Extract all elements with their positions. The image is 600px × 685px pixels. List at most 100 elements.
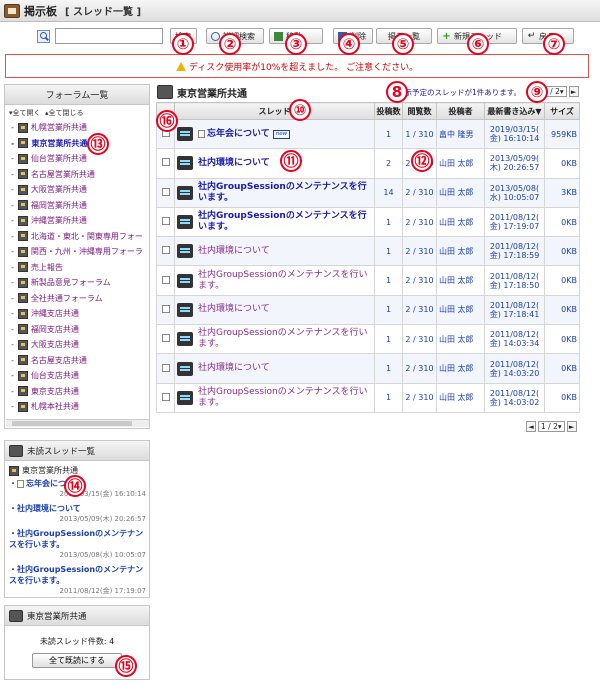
author-link[interactable]: 山田 太郎 <box>436 177 485 208</box>
thread-table: スレッド 投稿数 閲覧数 投稿者 最新書き込み▼ サイズ 忘年会について new 1… <box>156 102 580 413</box>
forum-item[interactable]: - 仙台支店共通 <box>11 368 149 384</box>
author-link[interactable]: 山田 太郎 <box>436 353 485 384</box>
forum-item[interactable]: - 沖縄営業所共通 <box>11 213 149 229</box>
row-checkbox[interactable] <box>161 363 170 372</box>
thread-title-link[interactable]: 社内GroupSessionのメンテナンスを行います。 <box>198 182 372 204</box>
forum-item[interactable]: - 関西・九州・沖縄専用フォーラ <box>11 244 149 260</box>
unread-thread-link[interactable]: ・社内GroupSessionのメンテナンスを行います。 <box>9 564 146 586</box>
forum-item[interactable]: - 東京支店共通 <box>11 384 149 400</box>
forum-list-panel: フォーラム一覧 ▾全て開く ▴全て閉じる - 札幌営業所共通 - 東京営業所共通 - 仙台… <box>4 84 150 429</box>
forum-icon <box>17 339 28 350</box>
date-line-1: 2011/08/12( <box>489 213 540 223</box>
forum-item[interactable]: - 沖縄支店共通 <box>11 306 149 322</box>
date-line-1: 2011/08/12( <box>489 388 540 398</box>
file-size: 3KB <box>544 177 580 208</box>
col-posts[interactable]: 投稿数 <box>374 102 403 120</box>
file-size: 0KB <box>544 236 580 267</box>
file-size: 0KB <box>544 382 580 413</box>
row-checkbox-cell <box>156 148 175 179</box>
thread-title-link[interactable]: 忘年会について <box>207 129 270 140</box>
mark-all-read-button[interactable]: 全て既読にする <box>32 653 122 668</box>
thread-title-link[interactable]: 社内環境について <box>198 246 270 257</box>
next-page-button-bottom[interactable]: ► <box>566 421 577 432</box>
forum-item[interactable]: - 新製品意見フォーラム <box>11 275 149 291</box>
tree-dash: - <box>11 371 14 381</box>
forum-item[interactable]: - 名古屋支店共通 <box>11 353 149 369</box>
forum-item[interactable]: - 大阪営業所共通 <box>11 182 149 198</box>
prev-page-button[interactable]: ◄ <box>526 421 536 432</box>
forum-item-label: 北海道・東北・関東専用フォー <box>30 231 143 241</box>
forum-item[interactable]: - 札幌本社共通 <box>11 399 149 415</box>
marker-11: ⑪ <box>280 150 302 172</box>
author-link[interactable]: 山田 太郎 <box>436 294 485 326</box>
forum-item[interactable]: - 全社共通フォーラム <box>11 291 149 307</box>
forum-item[interactable]: - 東京営業所共通 <box>11 136 149 152</box>
row-checkbox[interactable] <box>161 392 170 401</box>
thread-title-link[interactable]: 社内GroupSessionのメンテナンスを行います。 <box>198 328 372 350</box>
forum-item[interactable]: - 売上報告 <box>11 260 149 276</box>
forum-item-label: 名古屋営業所共通 <box>30 169 95 179</box>
forum-item[interactable]: - 名古屋営業所共通 <box>11 167 149 183</box>
col-thread[interactable]: スレッド <box>174 102 375 120</box>
row-checkbox[interactable] <box>161 304 170 313</box>
col-latest[interactable]: 最新書き込み▼ <box>484 102 545 120</box>
summary-forum-title: 東京営業所共通 <box>27 611 87 622</box>
collapse-all-link[interactable]: ▴全て閉じる <box>45 109 84 117</box>
thread-title-link[interactable]: 社内GroupSessionのメンテナンスを行います。 <box>198 387 372 409</box>
date-line-1: 2011/08/12( <box>489 300 540 310</box>
scrollbar-thumb[interactable] <box>12 421 132 426</box>
thread-title-link[interactable]: 社内GroupSessionのメンテナンスを行います。 <box>198 211 372 233</box>
forum-item[interactable]: - 福岡営業所共通 <box>11 198 149 214</box>
forum-icon <box>17 153 28 164</box>
col-author[interactable]: 投稿者 <box>436 102 485 120</box>
search-input[interactable] <box>55 28 163 44</box>
unread-thread-link[interactable]: ・社内GroupSessionのメンテナンスを行います。 <box>9 528 146 550</box>
forum-item[interactable]: - 北海道・東北・関東専用フォー <box>11 229 149 245</box>
author-link[interactable]: 山田 太郎 <box>436 236 485 267</box>
forum-icon <box>17 386 28 397</box>
date-line-2: 金) 14:03:34 <box>489 339 540 349</box>
col-size[interactable]: サイズ <box>544 102 580 120</box>
row-checkbox[interactable] <box>161 187 170 196</box>
forum-icon <box>17 246 28 257</box>
forum-icon <box>18 138 29 149</box>
row-checkbox-cell <box>156 294 175 326</box>
page-subtitle: [ スレッド一覧 ] <box>65 7 142 18</box>
row-checkbox[interactable] <box>161 246 170 255</box>
row-checkbox[interactable] <box>161 217 170 226</box>
horizontal-scrollbar[interactable] <box>6 419 149 427</box>
author-link[interactable]: 山田 太郎 <box>436 206 485 238</box>
expand-all-link[interactable]: ▾全て開く <box>9 109 41 117</box>
forum-item-label: 全社共通フォーラム <box>30 293 103 303</box>
scheduled-thread-notice[interactable]: 掲示予定のスレッドが1件あります。 <box>397 87 521 98</box>
thread-title-link[interactable]: 社内環境について <box>198 304 270 315</box>
date-line-1: 2011/08/12( <box>489 359 540 369</box>
date-line-1: 2013/05/08( <box>489 183 540 193</box>
thread-title-link[interactable]: 社内環境について <box>198 158 270 169</box>
expand-all-label: 全て開く <box>12 109 41 117</box>
forum-item[interactable]: - 仙台営業所共通 <box>11 151 149 167</box>
author-link[interactable]: 山田 太郎 <box>436 324 485 355</box>
row-checkbox[interactable] <box>161 334 170 343</box>
thread-title-link[interactable]: 社内環境について <box>198 363 270 374</box>
forum-item[interactable]: - 大阪支店共通 <box>11 337 149 353</box>
date-line-2: 金) 14:03:02 <box>489 397 540 407</box>
row-checkbox[interactable] <box>161 158 170 167</box>
row-checkbox-cell <box>156 324 175 355</box>
author-link[interactable]: 山田 太郎 <box>436 265 485 296</box>
forum-item[interactable]: - 福岡支店共通 <box>11 322 149 338</box>
row-checkbox[interactable] <box>161 275 170 284</box>
date-line-1: 2011/08/12( <box>489 330 540 340</box>
marker-16: ⑯ <box>156 110 178 132</box>
unread-thread-link[interactable]: ・社内環境について <box>9 503 146 514</box>
next-page-button[interactable]: ► <box>568 86 579 97</box>
author-link[interactable]: 畠中 隆男 <box>436 118 485 150</box>
author-link[interactable]: 山田 太郎 <box>436 148 485 179</box>
author-link[interactable]: 山田 太郎 <box>436 382 485 413</box>
col-views[interactable]: 閲覧数 <box>402 102 437 120</box>
page-select-bottom[interactable]: 1 / 2 ▾ <box>538 421 565 432</box>
latest-post-date: 2011/08/12(金) 17:19:07 <box>484 206 545 238</box>
thread-title-link[interactable]: 社内GroupSessionのメンテナンスを行います。 <box>198 270 372 292</box>
forum-item-label: 福岡営業所共通 <box>30 200 87 210</box>
forum-item[interactable]: - 札幌営業所共通 <box>11 120 149 136</box>
